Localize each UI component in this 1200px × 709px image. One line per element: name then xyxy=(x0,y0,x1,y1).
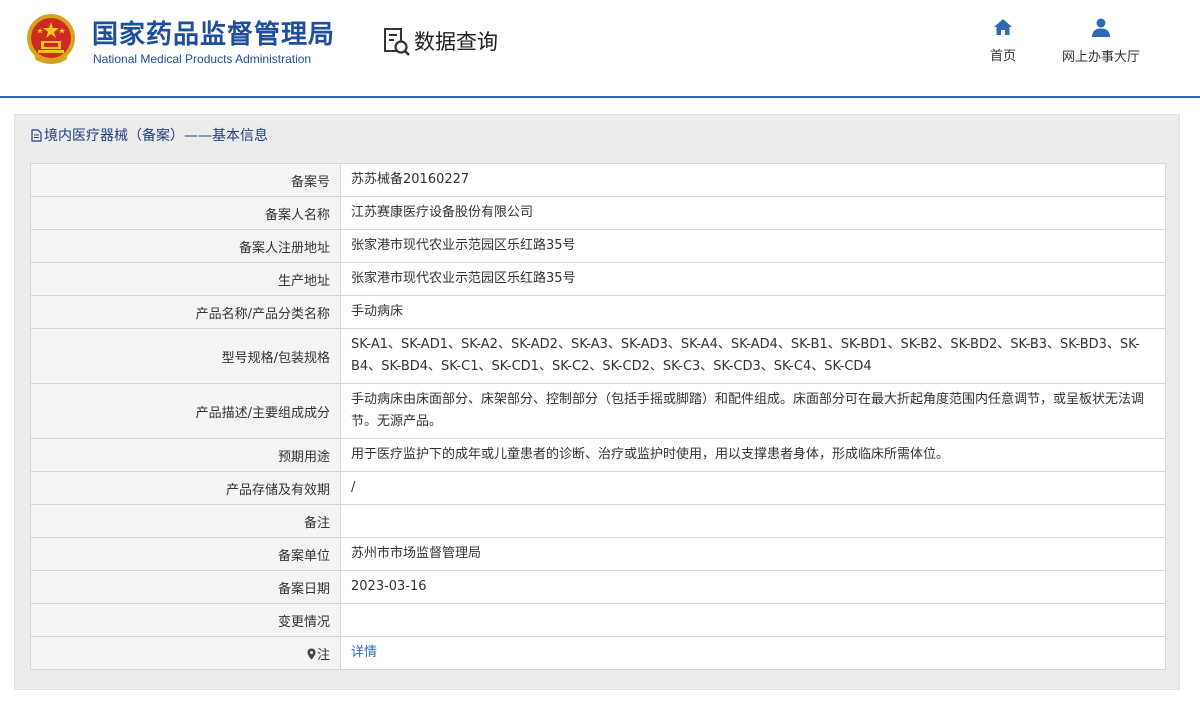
row-label: 备案号 xyxy=(30,163,341,197)
row-value: 张家港市现代农业示范园区乐红路35号 xyxy=(340,262,1166,296)
row-value xyxy=(340,603,1166,637)
row-label: 备案人注册地址 xyxy=(30,229,341,263)
nav-online-hall-label: 网上办事大厅 xyxy=(1061,50,1140,65)
row-label: 生产地址 xyxy=(30,262,341,296)
row-label: 备案单位 xyxy=(30,537,341,571)
table-row: 产品名称/产品分类名称 手动病床 xyxy=(30,295,1166,329)
row-label: 预期用途 xyxy=(30,438,341,472)
table-row: 备注 xyxy=(30,504,1166,538)
row-value: / xyxy=(340,471,1166,505)
details-link[interactable]: 详情 xyxy=(351,645,377,660)
row-label: 备案人名称 xyxy=(30,196,341,230)
table-row: 备案日期 2023-03-16 xyxy=(30,570,1166,604)
row-value: 江苏赛康医疗设备股份有限公司 xyxy=(340,196,1166,230)
row-label: 产品名称/产品分类名称 xyxy=(30,295,341,329)
nav-home[interactable]: 首页 xyxy=(986,18,1020,64)
data-query-title: 数据查询 xyxy=(414,30,498,54)
row-label: 变更情况 xyxy=(30,603,341,637)
table-row: 备案人名称 江苏赛康医疗设备股份有限公司 xyxy=(30,196,1166,230)
nav-home-label: 首页 xyxy=(989,49,1016,64)
row-value: 2023-03-16 xyxy=(340,570,1166,604)
table-row: 备案单位 苏州市市场监督管理局 xyxy=(30,537,1166,571)
site-header: 国家药品监督管理局 National Medical Products Admi… xyxy=(0,0,1200,96)
user-icon xyxy=(1092,18,1110,37)
row-label: 产品存储及有效期 xyxy=(30,471,341,505)
org-name-en: National Medical Products Administration xyxy=(93,52,312,66)
row-label: 型号规格/包装规格 xyxy=(30,328,341,384)
header-divider xyxy=(0,96,1200,98)
row-value: 详情 xyxy=(340,636,1166,670)
data-query-icon xyxy=(384,28,410,56)
basic-info-table: 备案号 苏苏械备20160227 备案人名称 江苏赛康医疗设备股份有限公司 备案… xyxy=(30,163,1166,670)
org-name-cn: 国家药品监督管理局 xyxy=(92,20,336,50)
nav-online-hall[interactable]: 网上办事大厅 xyxy=(1058,18,1144,65)
table-row: 预期用途 用于医疗监护下的成年或儿童患者的诊断、治疗或监护时使用，用以支撑患者身… xyxy=(30,438,1166,472)
row-value: 张家港市现代农业示范园区乐红路35号 xyxy=(340,229,1166,263)
row-label-note: 注 xyxy=(30,636,341,670)
national-emblem-icon xyxy=(27,14,75,64)
table-row: 注 详情 xyxy=(30,636,1166,670)
table-row: 产品描述/主要组成成分 手动病床由床面部分、床架部分、控制部分（包括手摇或脚踏）… xyxy=(30,383,1166,439)
row-label: 备案日期 xyxy=(30,570,341,604)
row-value: 手动病床由床面部分、床架部分、控制部分（包括手摇或脚踏）和配件组成。床面部分可在… xyxy=(340,383,1166,439)
row-value xyxy=(340,504,1166,538)
table-row: 变更情况 xyxy=(30,603,1166,637)
panel-title-text: 境内医疗器械（备案）——基本信息 xyxy=(44,128,268,144)
home-icon xyxy=(994,19,1012,35)
row-value: 苏苏械备20160227 xyxy=(340,163,1166,197)
table-row: 生产地址 张家港市现代农业示范园区乐红路35号 xyxy=(30,262,1166,296)
row-value: 苏州市市场监督管理局 xyxy=(340,537,1166,571)
table-row: 型号规格/包装规格 SK-A1、SK-AD1、SK-A2、SK-AD2、SK-A… xyxy=(30,328,1166,384)
table-row: 备案人注册地址 张家港市现代农业示范园区乐红路35号 xyxy=(30,229,1166,263)
row-value: 手动病床 xyxy=(340,295,1166,329)
table-row: 备案号 苏苏械备20160227 xyxy=(30,163,1166,197)
document-icon xyxy=(31,129,42,142)
row-value: SK-A1、SK-AD1、SK-A2、SK-AD2、SK-A3、SK-AD3、S… xyxy=(340,328,1166,384)
table-row: 产品存储及有效期 / xyxy=(30,471,1166,505)
note-label: 注 xyxy=(316,647,330,663)
row-value: 用于医疗监护下的成年或儿童患者的诊断、治疗或监护时使用，用以支撑患者身体，形成临… xyxy=(340,438,1166,472)
row-label: 备注 xyxy=(30,504,341,538)
panel-title: 境内医疗器械（备案）——基本信息 xyxy=(31,125,268,145)
location-pin-icon xyxy=(307,648,316,659)
record-panel: 境内医疗器械（备案）——基本信息 备案号 苏苏械备20160227 备案人名称 … xyxy=(14,114,1180,690)
row-label: 产品描述/主要组成成分 xyxy=(30,383,341,439)
